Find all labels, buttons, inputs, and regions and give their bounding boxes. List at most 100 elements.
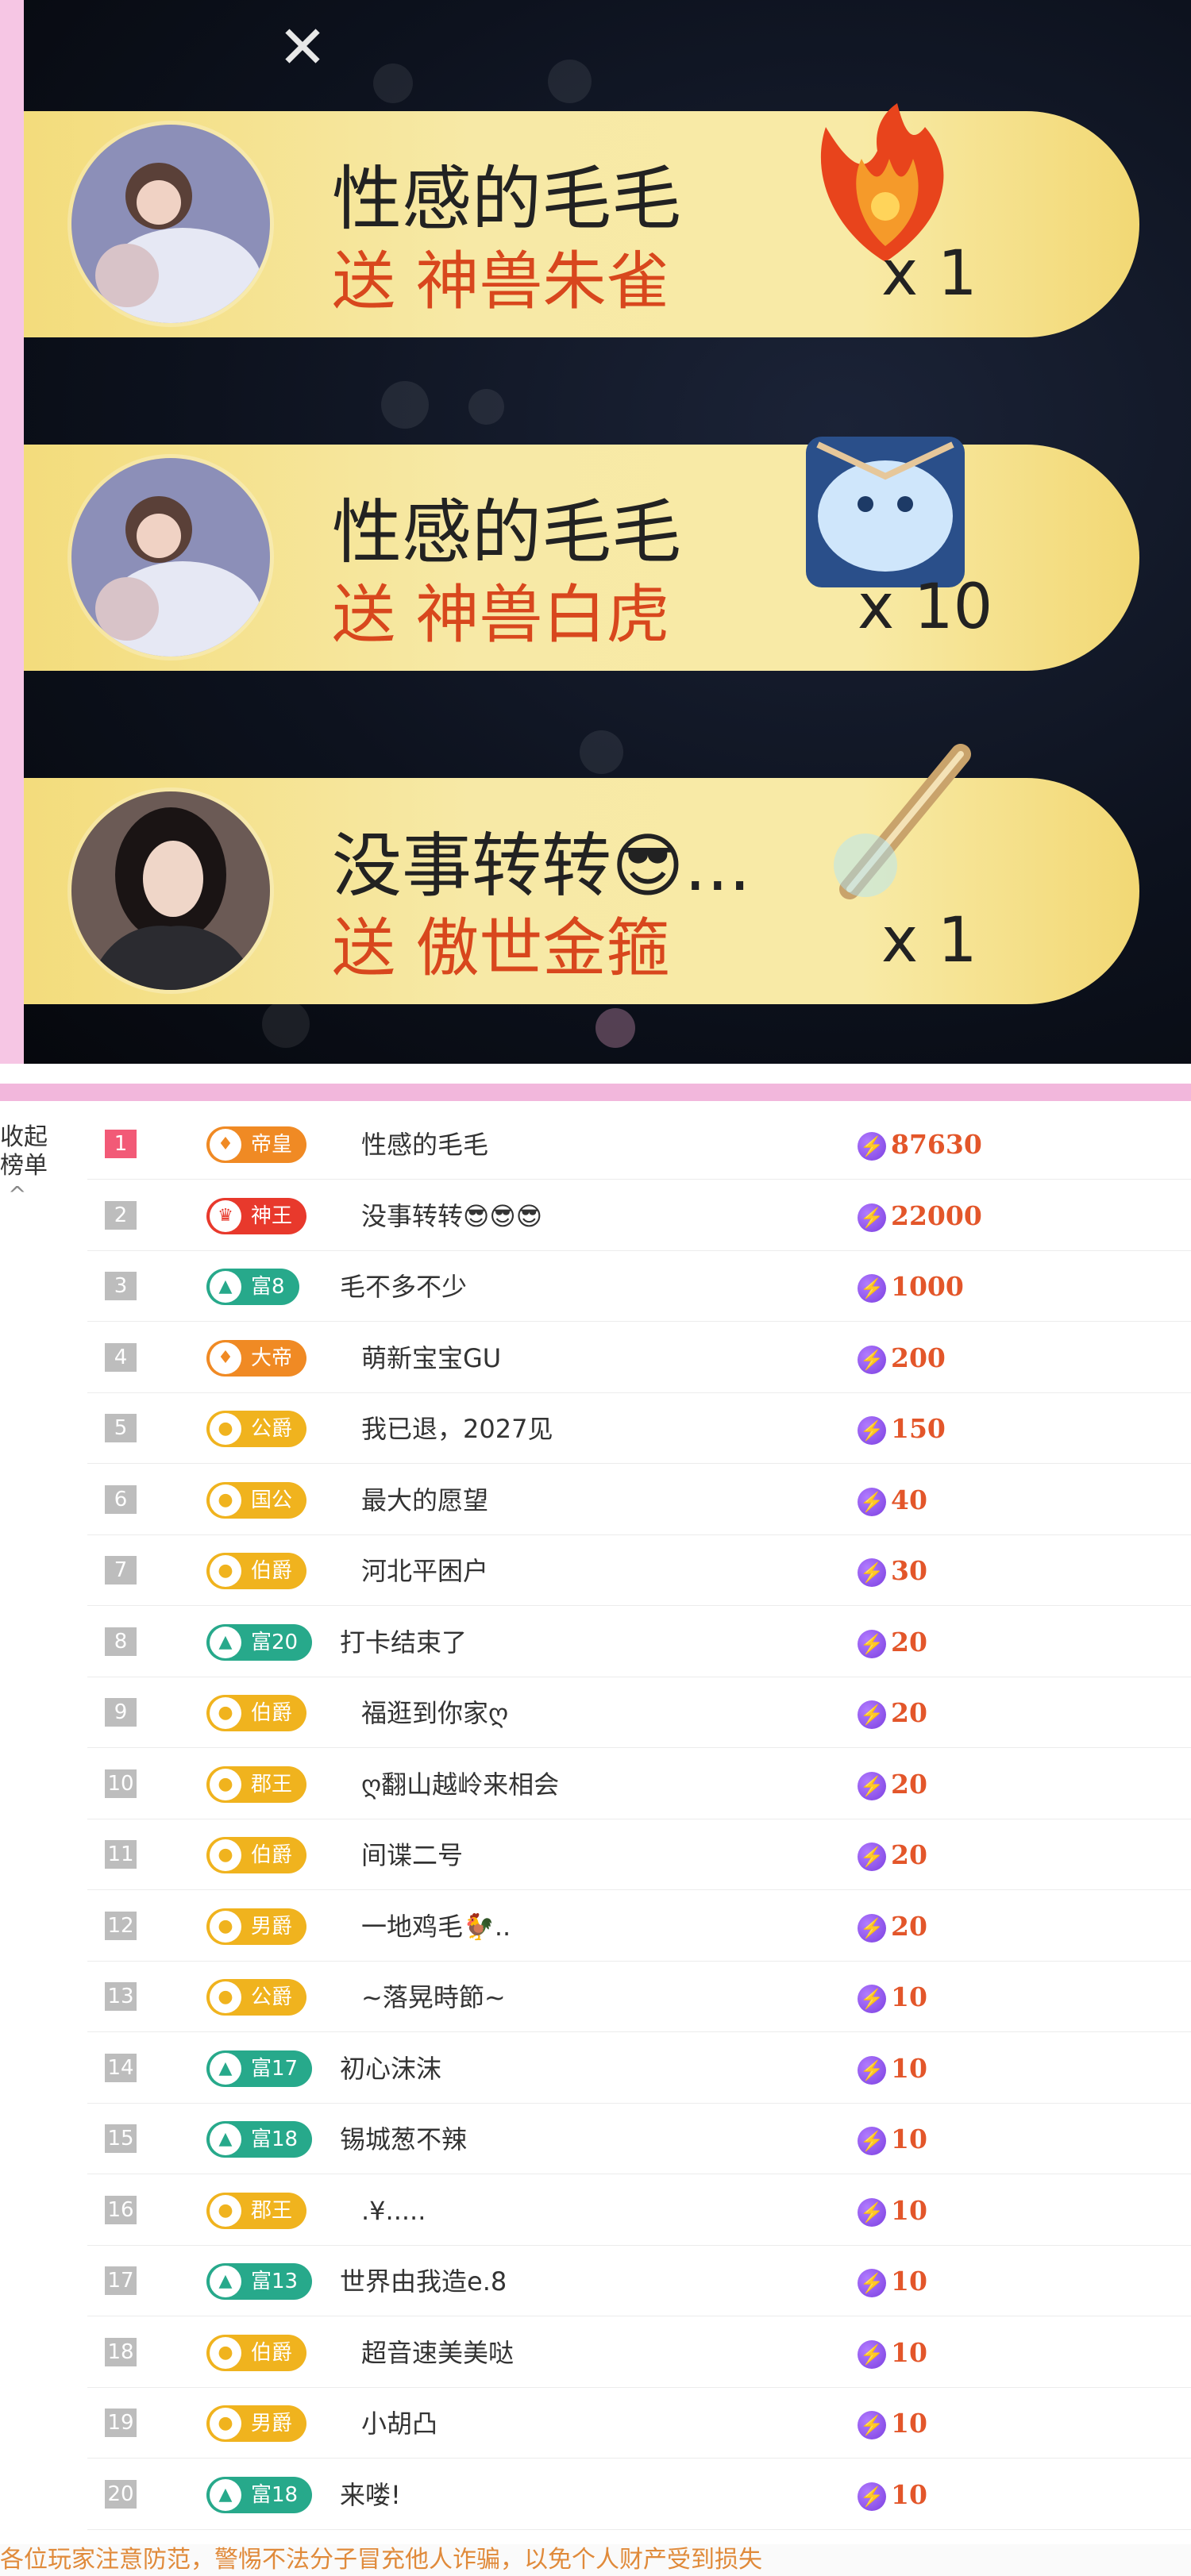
- leaderboard-row[interactable]: 8 ▲ 富20 打卡结束了 ⚡ 20: [87, 1607, 1191, 1677]
- level-badge: ● 公爵: [206, 1411, 307, 1447]
- username[interactable]: 一地鸡毛🐓..: [361, 1908, 511, 1945]
- gift-notification: 性感的毛毛 送 神兽白虎 x 10: [24, 437, 1139, 675]
- background-light: [548, 60, 592, 103]
- rank-number: 1: [105, 1130, 137, 1158]
- leaderboard-row[interactable]: 6 ● 国公 最大的愿望 ⚡ 40: [87, 1465, 1191, 1535]
- score-value: 10: [891, 2336, 927, 2368]
- level-badge: ● 伯爵: [206, 1553, 307, 1589]
- badge-icon: ●: [210, 1910, 241, 1943]
- username[interactable]: 我已退，2027见: [361, 1411, 553, 1447]
- score: ⚡ 10: [858, 2050, 927, 2087]
- leaderboard-row[interactable]: 18 ● 伯爵 超音速美美哒 ⚡ 10: [87, 2317, 1191, 2388]
- username[interactable]: 福逛到你家ღ: [361, 1695, 508, 1731]
- badge-icon: ●: [210, 1768, 241, 1800]
- badge-label: 伯爵: [251, 1843, 293, 1867]
- lightning-icon: ⚡: [858, 1274, 886, 1303]
- rank-number: 8: [105, 1627, 137, 1656]
- score: ⚡ 22000: [858, 1198, 982, 1234]
- sender-name: 性感的毛毛: [332, 491, 682, 573]
- username[interactable]: 萌新宝宝GU: [361, 1340, 501, 1377]
- username[interactable]: 性感的毛毛: [361, 1126, 488, 1163]
- gift-notification: 性感的毛毛 送 神兽朱雀 x 1: [24, 103, 1139, 341]
- leaderboard-row[interactable]: 14 ▲ 富17 初心沫沫 ⚡ 10: [87, 2033, 1191, 2104]
- leaderboard-row[interactable]: 10 ● 郡王 ღ翻山越岭来相会 ⚡ 20: [87, 1749, 1191, 1819]
- avatar[interactable]: [71, 125, 270, 323]
- username[interactable]: ~落晃時節~: [361, 1979, 506, 2016]
- leaderboard-row[interactable]: 16 ● 郡王 .¥..... ⚡ 10: [87, 2175, 1191, 2246]
- leaderboard-row[interactable]: 2 ♛ 神王 没事转转😎😎😎 ⚡ 22000: [87, 1180, 1191, 1251]
- badge-label: 男爵: [251, 1914, 293, 1939]
- leaderboard-row[interactable]: 12 ● 男爵 一地鸡毛🐓.. ⚡ 20: [87, 1891, 1191, 1962]
- score: ⚡ 200: [858, 1340, 946, 1377]
- rank-number: 5: [105, 1414, 137, 1442]
- username[interactable]: ღ翻山越岭来相会: [361, 1766, 559, 1803]
- collapse-leaderboard-button[interactable]: 收起 榜单 ^: [0, 1123, 56, 1209]
- rank-number: 19: [105, 2409, 137, 2437]
- leaderboard-row[interactable]: 9 ● 伯爵 福逛到你家ღ ⚡ 20: [87, 1677, 1191, 1748]
- lightning-icon: ⚡: [858, 1132, 886, 1161]
- leaderboard-row[interactable]: 15 ▲ 富18 锡城葱不辣 ⚡ 10: [87, 2104, 1191, 2174]
- score: ⚡ 150: [858, 1411, 946, 1447]
- sender-name: 性感的毛毛: [332, 158, 682, 240]
- close-icon[interactable]: ✕: [278, 18, 327, 77]
- badge-label: 公爵: [251, 1417, 293, 1441]
- level-badge: ● 男爵: [206, 2405, 307, 2442]
- username[interactable]: 间谍二号: [361, 1837, 463, 1873]
- background-light: [596, 1008, 635, 1048]
- rank-number: 3: [105, 1272, 137, 1300]
- badge-icon: ●: [210, 1697, 241, 1729]
- leaderboard-row[interactable]: 7 ● 伯爵 河北平困户 ⚡ 30: [87, 1535, 1191, 1606]
- leaderboard-row[interactable]: 13 ● 公爵 ~落晃時節~ ⚡ 10: [87, 1962, 1191, 2032]
- rank-number: 10: [105, 1769, 137, 1798]
- score: ⚡ 10: [858, 2263, 927, 2300]
- username[interactable]: 锡城葱不辣: [340, 2121, 467, 2158]
- avatar[interactable]: [71, 458, 270, 657]
- badge-label: 郡王: [251, 1772, 293, 1796]
- score: ⚡ 10: [858, 2477, 927, 2513]
- lightning-icon: ⚡: [858, 1913, 886, 1943]
- leaderboard-row[interactable]: 20 ▲ 富18 来喽! ⚡ 10: [87, 2459, 1191, 2530]
- score: ⚡ 20: [858, 1624, 927, 1661]
- username[interactable]: 没事转转😎😎😎: [361, 1198, 542, 1234]
- leaderboard-row[interactable]: 3 ▲ 富8 毛不多不少 ⚡ 1000: [87, 1251, 1191, 1322]
- leaderboard-row[interactable]: 1 ♦ 帝皇 性感的毛毛 ⚡ 87630: [87, 1109, 1191, 1180]
- avatar[interactable]: [71, 791, 270, 990]
- username[interactable]: 来喽!: [340, 2477, 401, 2513]
- username[interactable]: 最大的愿望: [361, 1482, 488, 1519]
- username[interactable]: .¥.....: [361, 2193, 426, 2229]
- username[interactable]: 超音速美美哒: [361, 2335, 514, 2371]
- leaderboard-row[interactable]: 5 ● 公爵 我已退，2027见 ⚡ 150: [87, 1393, 1191, 1464]
- score: ⚡ 87630: [858, 1126, 982, 1163]
- username[interactable]: 毛不多不少: [340, 1269, 467, 1305]
- lightning-icon: ⚡: [858, 1416, 886, 1445]
- background-light: [373, 64, 413, 103]
- score-value: 10: [891, 2124, 927, 2154]
- score-value: 20: [891, 1697, 927, 1728]
- badge-icon: ●: [210, 2408, 241, 2439]
- lightning-icon: ⚡: [858, 2055, 886, 2085]
- leaderboard-row[interactable]: 11 ● 伯爵 间谍二号 ⚡ 20: [87, 1819, 1191, 1890]
- username[interactable]: 小胡凸: [361, 2405, 437, 2442]
- lightning-icon: ⚡: [858, 1345, 886, 1374]
- badge-icon: ♦: [210, 1342, 241, 1374]
- leaderboard-row[interactable]: 4 ♦ 大帝 萌新宝宝GU ⚡ 200: [87, 1323, 1191, 1393]
- lightning-icon: ⚡: [858, 2197, 886, 2227]
- username[interactable]: 河北平困户: [361, 1553, 488, 1589]
- rank-number: 15: [105, 2124, 137, 2153]
- leaderboard-row[interactable]: 17 ▲ 富13 世界由我造e.8 ⚡ 10: [87, 2246, 1191, 2316]
- username[interactable]: 打卡结束了: [340, 1624, 467, 1661]
- collapse-label: 收起 榜单: [0, 1123, 48, 1180]
- leaderboard-row[interactable]: 19 ● 男爵 小胡凸 ⚡ 10: [87, 2388, 1191, 2459]
- username[interactable]: 世界由我造e.8: [340, 2263, 507, 2300]
- level-badge: ♛ 神王: [206, 1197, 307, 1234]
- golden-staff-icon: [802, 730, 1000, 921]
- level-badge: ▲ 富13: [206, 2263, 313, 2300]
- badge-label: 神王: [251, 1203, 293, 1228]
- score: ⚡ 10: [858, 2335, 927, 2371]
- username[interactable]: 初心沫沫: [340, 2050, 441, 2087]
- lightning-icon: ⚡: [858, 1771, 886, 1800]
- badge-icon: ●: [210, 1981, 241, 2013]
- score-value: 30: [891, 1555, 927, 1586]
- level-badge: ● 郡王: [206, 2192, 307, 2229]
- level-badge: ● 男爵: [206, 1908, 307, 1945]
